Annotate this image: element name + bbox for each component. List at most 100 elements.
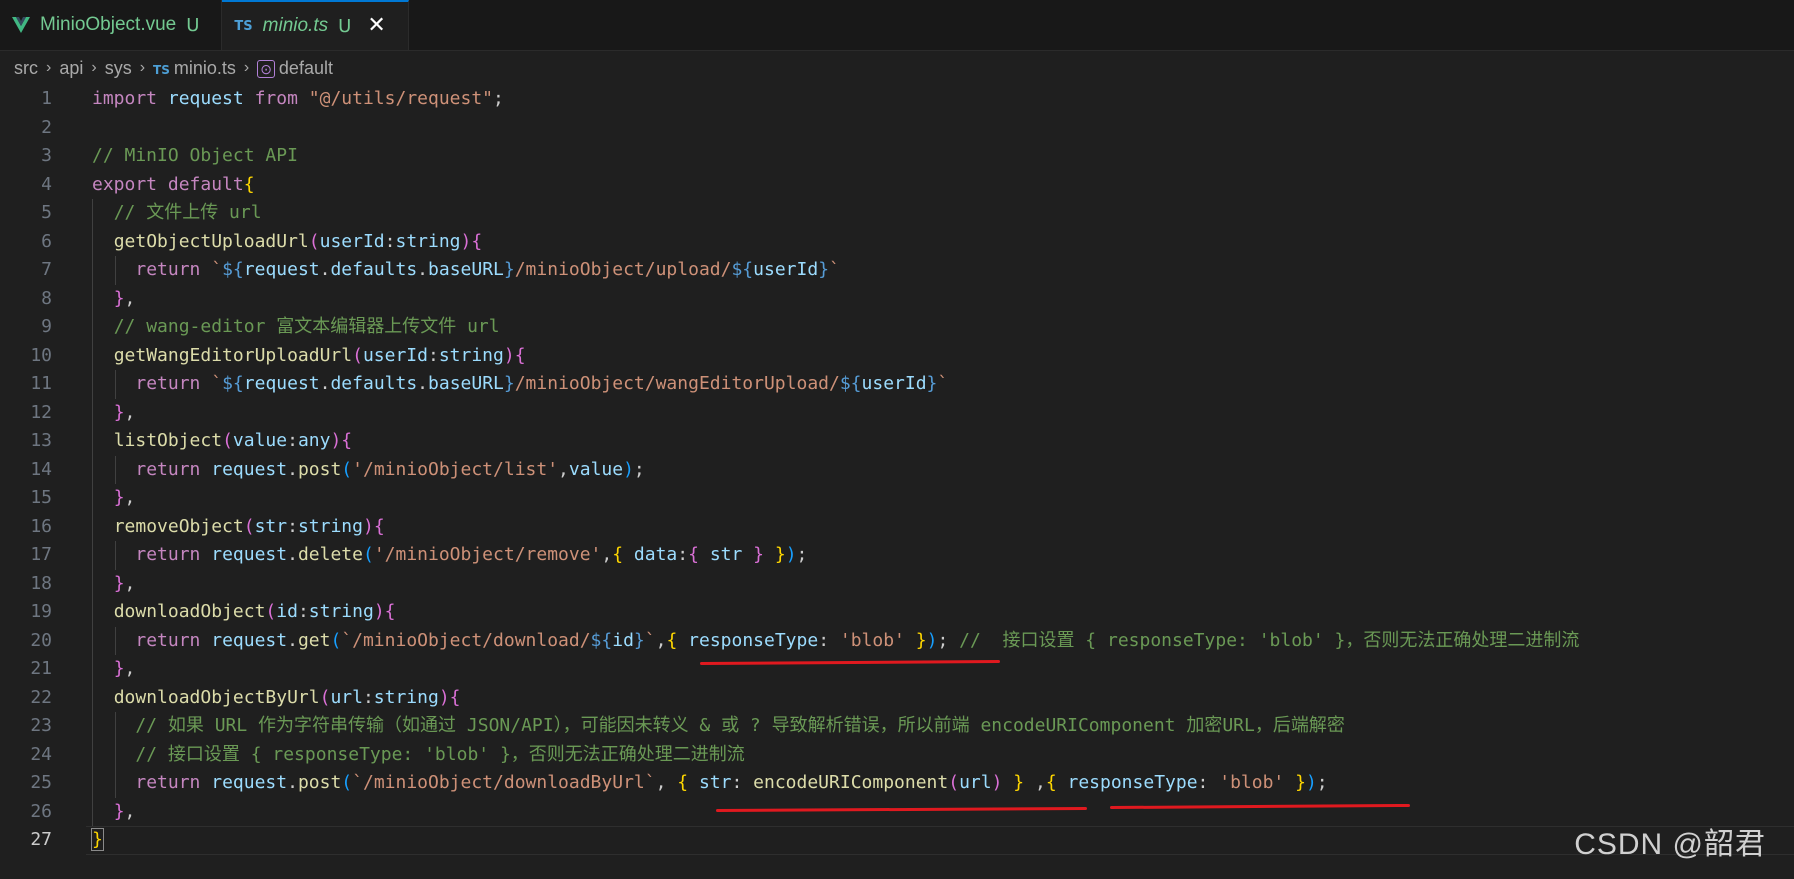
code-token: { (1045, 772, 1057, 793)
line-number: 22 (30, 686, 52, 708)
code-token: ) (991, 772, 1003, 793)
line-number: 11 (30, 373, 52, 394)
code-token: { (373, 515, 385, 537)
code-line[interactable]: 10 getWangEditorUploadUrl(userId:string)… (0, 341, 1794, 370)
code-token: ` (644, 629, 656, 651)
code-token: } (113, 800, 125, 822)
code-text: downloadObject(id:string){ (92, 598, 396, 627)
code-token: { (514, 344, 526, 366)
code-line[interactable]: 16 removeObject(str:string){ (0, 512, 1794, 541)
code-token: . (417, 259, 429, 280)
code-line[interactable]: 6 getObjectUploadUrl(userId:string){ (0, 227, 1794, 256)
code-token: return (135, 373, 201, 394)
code-text: // 如果 URL 作为字符串传输（如通过 JSON/API），可能因未转义 &… (92, 712, 1345, 741)
code-line[interactable]: 7 return `${request.defaults.baseURL}/mi… (0, 256, 1794, 285)
line-number: 1 (41, 88, 52, 109)
code-token: defaults (330, 259, 418, 280)
code-line[interactable]: 22 downloadObjectByUrl(url:string){ (0, 683, 1794, 713)
code-token: from (254, 88, 298, 109)
code-line[interactable]: 25 return request.post(`/minioObject/dow… (0, 769, 1794, 798)
code-line[interactable]: 12 }, (0, 398, 1794, 427)
code-token: { (449, 686, 461, 708)
code-line[interactable]: 23 // 如果 URL 作为字符串传输（如通过 JSON/API），可能因未转… (0, 712, 1794, 741)
code-token: import (92, 88, 158, 109)
tab-minioobject-vue[interactable]: MinioObject.vue U (0, 0, 223, 50)
code-editor[interactable]: 1 import request from "@/utils/request"; 2… (0, 85, 1794, 879)
code-line[interactable]: 21 }, (0, 655, 1794, 684)
code-token: ` (829, 259, 840, 280)
code-line[interactable]: 2 (0, 114, 1794, 143)
code-token: ( (352, 344, 363, 366)
code-line[interactable]: 24 // 接口设置 { responseType: 'blob' }，否则无法… (0, 740, 1794, 769)
line-number: 27 (30, 829, 52, 850)
code-line[interactable]: 20 return request.get(`/minioObject/down… (0, 626, 1794, 656)
code-line[interactable]: 9 // wang-editor 富文本编辑器上传文件 url (0, 313, 1794, 342)
code-line[interactable]: 1 import request from "@/utils/request"; (0, 85, 1794, 114)
code-line[interactable]: 8 }, (0, 284, 1794, 313)
code-line[interactable]: 14 return request.post('/minioObject/lis… (0, 455, 1794, 484)
code-token: ${ (731, 259, 754, 280)
code-text: downloadObjectByUrl(url:string){ (92, 684, 461, 713)
code-token: { (666, 629, 678, 651)
code-token: : (297, 601, 309, 622)
code-token: ( (341, 458, 353, 480)
code-token: ) (503, 344, 515, 366)
code-line[interactable]: 18 }, (0, 569, 1794, 598)
code-token: any (297, 430, 331, 451)
line-number: 12 (30, 401, 52, 423)
chevron-right-icon: › (91, 59, 97, 76)
code-line[interactable]: 11 return `${request.defaults.baseURL}/m… (0, 370, 1794, 399)
close-tab-icon[interactable]: ✕ (367, 15, 385, 37)
code-token: , (124, 572, 136, 594)
code-token: , (124, 401, 136, 423)
code-token: : (287, 430, 298, 451)
code-token: { (471, 230, 483, 252)
breadcrumb: src › api › sys › TS minio.ts › ⊙ default (0, 51, 1794, 85)
code-token: , (1024, 772, 1046, 793)
breadcrumb-item[interactable]: TS minio.ts (153, 58, 236, 79)
code-token: { (243, 173, 255, 195)
code-line[interactable]: 4 export default{ (0, 171, 1794, 200)
code-token: responseType (688, 629, 819, 651)
code-text: import request from "@/utils/request"; (92, 85, 504, 114)
code-token: ${ (222, 259, 244, 280)
code-line[interactable]: 5 // 文件上传 url (0, 199, 1794, 228)
breadcrumb-item[interactable]: ⊙ default (257, 58, 333, 79)
code-line[interactable]: 13 listObject(value:any){ (0, 427, 1794, 456)
code-line[interactable]: 27} (0, 826, 1794, 855)
code-token: id (276, 601, 298, 622)
code-line[interactable]: 3 // MinIO Object API (0, 142, 1794, 171)
code-token: `/minioObject/downloadByUrl` (352, 772, 656, 793)
code-token: , (124, 287, 136, 309)
breadcrumb-item[interactable]: api (59, 58, 83, 79)
breadcrumb-item[interactable]: src (14, 58, 38, 79)
code-token: string (373, 686, 439, 708)
code-text: listObject(value:any){ (92, 427, 352, 456)
breadcrumb-item[interactable]: sys (105, 58, 132, 79)
code-token: // 接口设置 { responseType: 'blob' }，否则无法正确处… (135, 743, 745, 765)
code-text: }, (92, 655, 136, 684)
code-token: ( (308, 230, 320, 252)
code-line[interactable]: 15 }, (0, 484, 1794, 513)
code-token: , (124, 800, 136, 822)
code-token: request (167, 88, 244, 109)
code-token: ${ (590, 629, 613, 651)
code-token: string (297, 515, 363, 537)
tab-label: MinioObject.vue (40, 14, 177, 35)
code-token: get (297, 629, 331, 651)
tab-minio-ts[interactable]: TS minio.ts U ✕ (222, 0, 409, 50)
line-number: 8 (41, 287, 52, 309)
code-line[interactable]: 19 downloadObject(id:string){ (0, 598, 1794, 627)
code-text: return request.get(`/minioObject/downloa… (92, 627, 1579, 656)
code-token: { (384, 601, 396, 622)
code-line[interactable]: 17 return request.delete('/minioObject/r… (0, 541, 1794, 570)
code-token: : (818, 629, 840, 651)
editor-tab-bar: MinioObject.vue U TS minio.ts U ✕ (0, 0, 1794, 51)
code-line[interactable]: 26 }, (0, 797, 1794, 826)
code-token: : (1197, 772, 1220, 793)
